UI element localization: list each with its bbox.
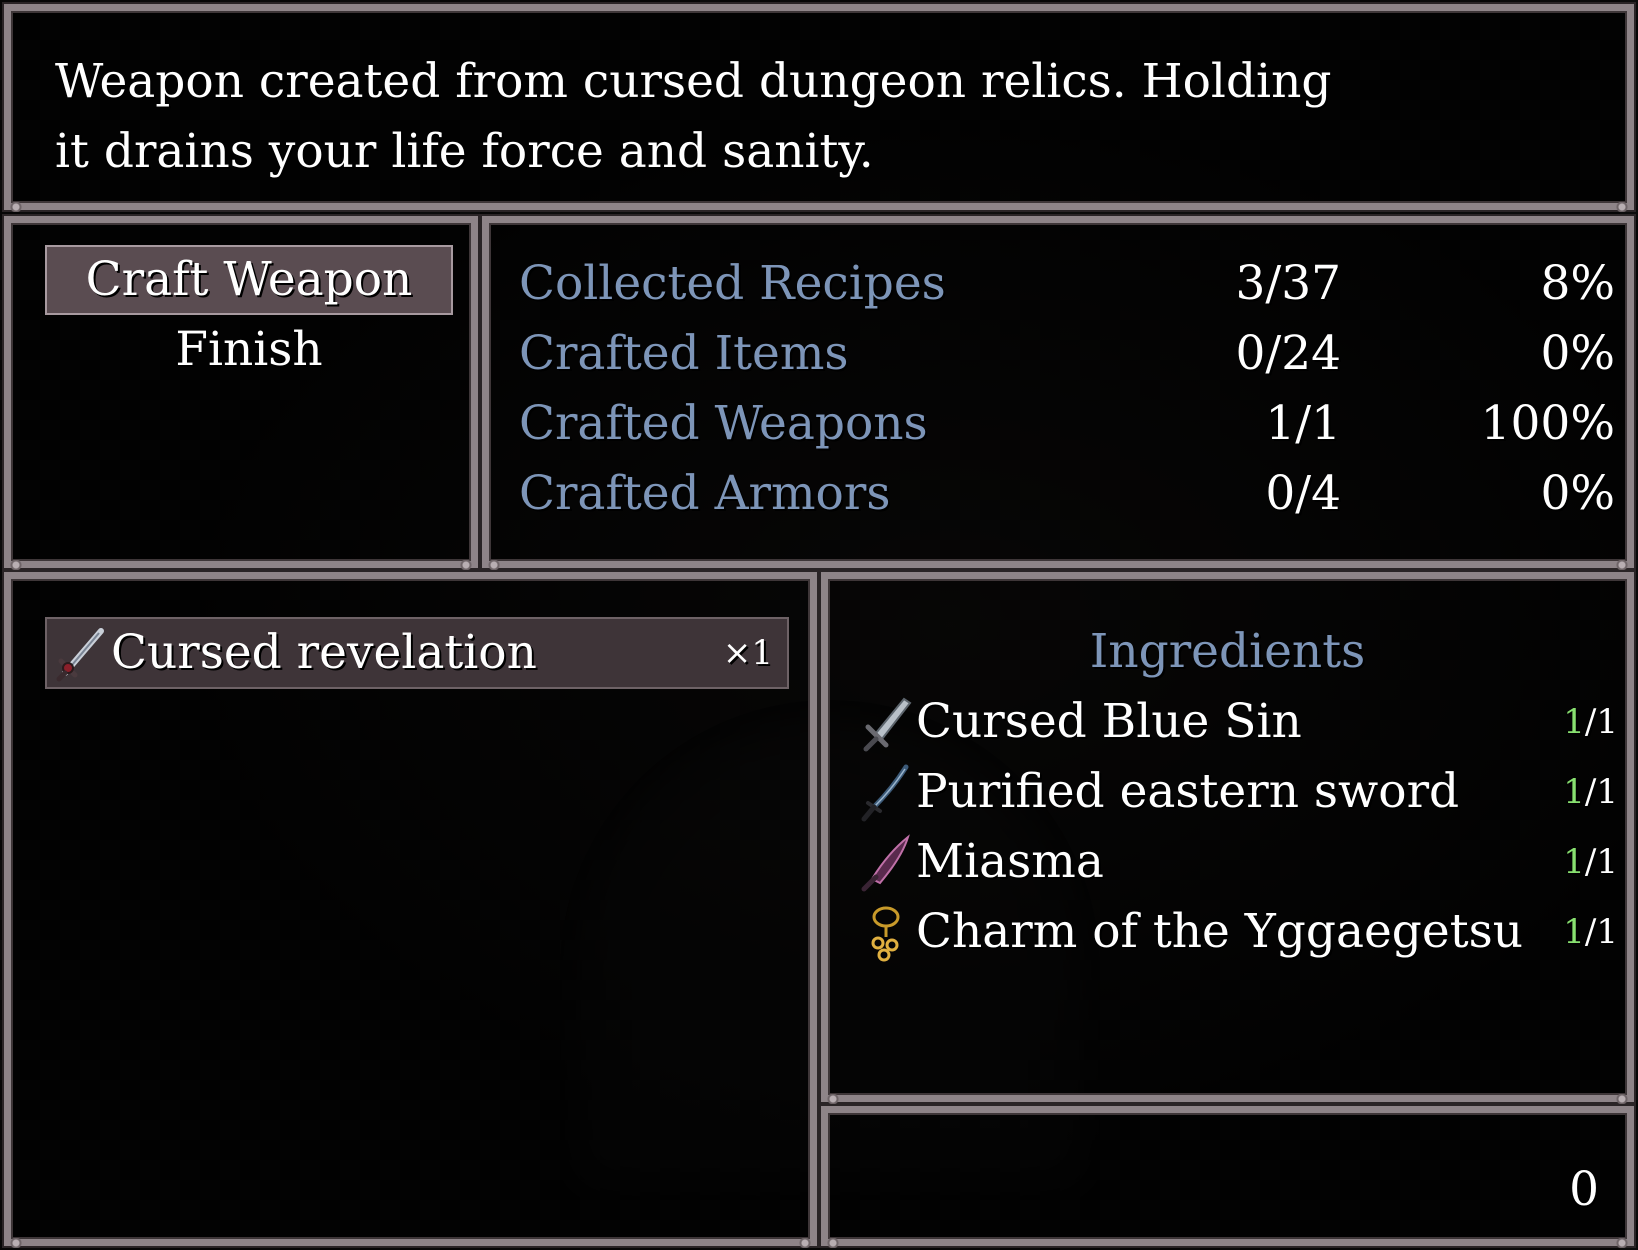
ingredients-title: Ingredients	[1089, 624, 1366, 679]
stat-count: 0/24	[1235, 326, 1341, 381]
help-window: Weapon created from cursed dungeon relic…	[3, 4, 1635, 212]
stat-label: Crafted Weapons	[519, 396, 928, 451]
ingredient-quantity: 1/1	[1563, 897, 1618, 967]
ingredient-need-count: /1	[1584, 772, 1618, 812]
item-description: Weapon created from cursed dungeon relic…	[55, 47, 1455, 187]
katana-icon	[861, 764, 909, 822]
ingredient-have-count: 1	[1563, 772, 1585, 812]
stat-count: 3/37	[1235, 256, 1341, 311]
stat-count: 0/4	[1265, 466, 1341, 521]
ingredient-row: Miasma 1/1	[858, 827, 1618, 897]
greatsword-icon	[863, 697, 912, 752]
stat-row-crafted-weapons: Crafted Weapons 1/1 100%	[489, 389, 1638, 459]
number-value: 0	[1569, 1162, 1599, 1217]
ingredient-quantity: 1/1	[1563, 827, 1618, 897]
stat-row-crafted-items: Crafted Items 0/24 0%	[489, 319, 1638, 389]
finish-command[interactable]: Finish	[45, 315, 453, 385]
recipe-quantity: ×1	[722, 633, 773, 673]
ingredient-name: Charm of the Yggaegetsu	[916, 904, 1523, 959]
crafting-stats-window: Collected Recipes 3/37 8% Crafted Items …	[481, 216, 1635, 570]
stat-percent: 0%	[1540, 326, 1615, 381]
description-line-2: it drains your life force and sanity.	[55, 124, 874, 179]
ingredient-have-count: 1	[1563, 702, 1585, 742]
command-window: Craft Weapon Finish	[3, 216, 479, 570]
description-line-1: Weapon created from cursed dungeon relic…	[55, 54, 1332, 109]
ingredient-need-count: /1	[1584, 702, 1618, 742]
ingredient-have-count: 1	[1563, 842, 1585, 882]
ingredient-name: Cursed Blue Sin	[916, 694, 1302, 749]
number-window: 0	[820, 1106, 1635, 1248]
charm-icon	[871, 906, 900, 962]
ingredient-need-count: /1	[1584, 842, 1618, 882]
stat-percent: 100%	[1480, 396, 1615, 451]
stat-percent: 8%	[1540, 256, 1615, 311]
ingredient-row: Charm of the Yggaegetsu 1/1	[858, 897, 1618, 967]
ingredients-window: Ingredients Cursed Blue Sin 1/1 Purified…	[820, 572, 1635, 1104]
stat-row-crafted-armors: Crafted Armors 0/4 0%	[489, 459, 1638, 529]
stat-row-collected-recipes: Collected Recipes 3/37 8%	[489, 249, 1638, 319]
recipe-name: Cursed revelation	[111, 625, 537, 680]
ingredient-name: Miasma	[916, 834, 1104, 889]
ingredient-row: Purified eastern sword 1/1	[858, 757, 1618, 827]
ingredient-quantity: 1/1	[1563, 757, 1618, 827]
recipe-item-cursed-revelation[interactable]: Cursed revelation ×1	[45, 617, 789, 689]
ingredient-need-count: /1	[1584, 912, 1618, 952]
stat-label: Collected Recipes	[519, 256, 946, 311]
stat-label: Crafted Items	[519, 326, 849, 381]
ingredient-quantity: 1/1	[1563, 687, 1618, 757]
stat-count: 1/1	[1265, 396, 1341, 451]
ingredient-name: Purified eastern sword	[916, 764, 1460, 819]
stat-label: Crafted Armors	[519, 466, 891, 521]
scythe-blade-icon	[861, 834, 910, 892]
ingredient-have-count: 1	[1563, 912, 1585, 952]
craft-weapon-command[interactable]: Craft Weapon	[45, 245, 453, 315]
recipe-list-window: Cursed revelation ×1	[3, 572, 818, 1248]
ingredient-row: Cursed Blue Sin 1/1	[858, 687, 1618, 757]
stat-percent: 0%	[1540, 466, 1615, 521]
sword-icon	[56, 628, 104, 682]
